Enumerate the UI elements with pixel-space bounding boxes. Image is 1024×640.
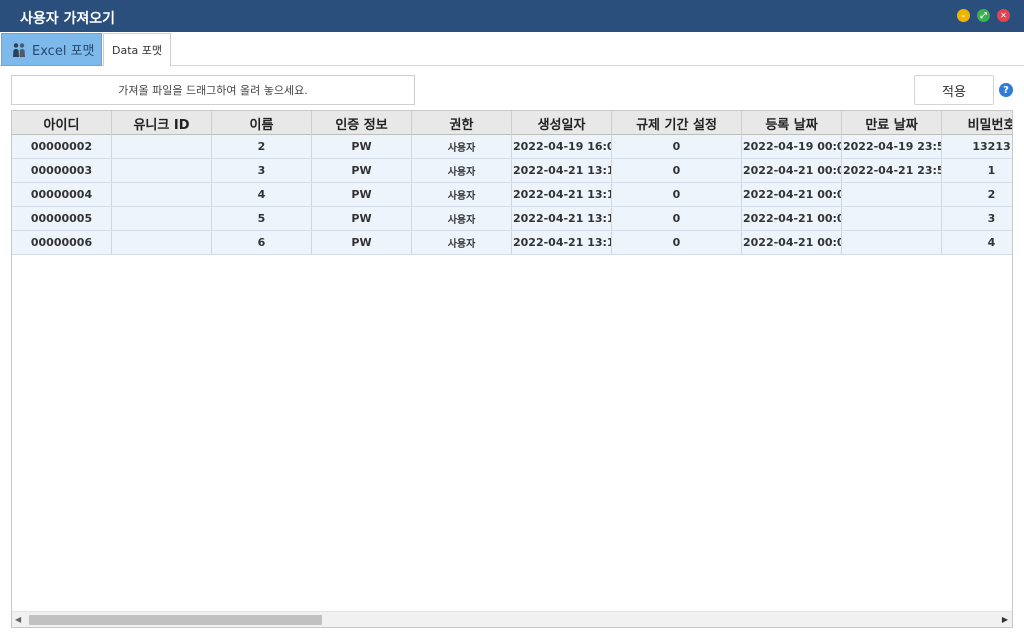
table-row[interactable]: 00000004 4PW사용자2022-04-21 13:18:302022-04… [12,183,1012,207]
column-header[interactable]: 등록 날짜 [742,111,842,135]
table-cell: 2022-04-21 00:00:0 [742,207,842,230]
table-cell [842,183,942,206]
horizontal-scrollbar[interactable]: ◀ ▶ [12,611,1012,627]
scroll-right-arrow[interactable]: ▶ [1002,615,1008,624]
column-header[interactable]: 규제 기간 설정 [612,111,742,135]
table-row[interactable]: 00000006 6PW사용자2022-04-21 13:18:302022-04… [12,231,1012,255]
table-cell: 사용자 [412,231,512,254]
table-cell: 2 [942,183,1012,206]
table-cell: 00000003 [12,159,112,182]
table-cell: 2022-04-21 23:59:5 [842,159,942,182]
import-users-window: 사용자 가져오기 – ⤢ ✕ Excel 포맷 Data 포맷 가져올 파일을 … [0,0,1024,640]
apply-button[interactable]: 적용 [914,75,994,105]
table-cell: 2022-04-21 00:00:0 [742,231,842,254]
table-cell: 00000006 [12,231,112,254]
table-cell: 13213 [942,135,1012,158]
table-cell: 0 [612,183,742,206]
minimize-button[interactable]: – [957,9,970,22]
tab-excel-label: Excel 포맷 [32,44,95,59]
column-header[interactable]: 권한 [412,111,512,135]
table-cell: 2022-04-19 16:01:1 [512,135,612,158]
table-cell: 3 [212,159,312,182]
table-cell: 0 [612,207,742,230]
column-header[interactable]: 이름 [212,111,312,135]
window-title: 사용자 가져오기 [20,11,116,27]
scroll-left-arrow[interactable]: ◀ [15,615,21,624]
table-cell: 0 [612,159,742,182]
table-cell: 2022-04-19 23:59:5 [842,135,942,158]
format-tabs: Excel 포맷 Data 포맷 [0,32,1024,66]
table-cell: 2022-04-21 00:00:0 [742,159,842,182]
table-cell: 00000002 [12,135,112,158]
table-cell: 사용자 [412,183,512,206]
table-cell: 0 [612,135,742,158]
table-cell: PW [312,135,412,158]
column-header[interactable]: 비밀번호 [942,111,1012,135]
table-cell [112,231,212,254]
close-button[interactable]: ✕ [997,9,1010,22]
table-cell: 사용자 [412,159,512,182]
scroll-thumb[interactable] [29,615,322,625]
tab-excel-format[interactable]: Excel 포맷 [1,33,102,66]
tab-data-format[interactable]: Data 포맷 [103,33,171,66]
table-cell: 1 [942,159,1012,182]
table-cell [112,207,212,230]
column-header[interactable]: 만료 날짜 [842,111,942,135]
table-cell: PW [312,207,412,230]
table-cell: 3 [942,207,1012,230]
people-icon [11,42,27,58]
table-cell [112,183,212,206]
maximize-button[interactable]: ⤢ [977,9,990,22]
table-cell: 2022-04-21 13:18:3 [512,207,612,230]
column-header[interactable]: 인증 정보 [312,111,412,135]
table-row[interactable]: 000000033PW사용자2022-04-21 13:18:302022-04… [12,159,1012,183]
table-cell: 0 [612,231,742,254]
table-cell: PW [312,183,412,206]
table-cell: 4 [212,183,312,206]
table-row[interactable]: 000000022PW사용자2022-04-19 16:01:102022-04… [12,135,1012,159]
table-cell: 2022-04-21 13:18:3 [512,231,612,254]
drop-zone-text: 가져올 파일을 드래그하여 올려 놓으세요. [118,84,308,97]
table-cell [842,207,942,230]
table-cell [112,135,212,158]
table-cell [842,231,942,254]
table-cell: 사용자 [412,135,512,158]
file-drop-zone[interactable]: 가져올 파일을 드래그하여 올려 놓으세요. [11,75,415,105]
table-cell: 6 [212,231,312,254]
title-bar: 사용자 가져오기 – ⤢ ✕ [0,0,1024,32]
table-cell [112,159,212,182]
table-cell: 2022-04-21 00:00:0 [742,183,842,206]
table-cell: 2022-04-21 13:18:3 [512,183,612,206]
table-cell: 4 [942,231,1012,254]
table-cell: PW [312,159,412,182]
table-row[interactable]: 00000005 5PW사용자2022-04-21 13:18:302022-04… [12,207,1012,231]
table-header: 아이디 유니크 ID 이름 인증 정보 권한 생성일자 규제 기간 설정 등록 날짜 만료 날짜… [12,111,1012,135]
table-cell: 00000004 [12,183,112,206]
table-cell: 2022-04-19 00:00:0 [742,135,842,158]
table-cell: 2022-04-21 13:18:3 [512,159,612,182]
help-icon[interactable]: ? [999,83,1013,97]
tab-data-label: Data 포맷 [111,44,162,57]
table-cell: PW [312,231,412,254]
users-table: 아이디 유니크 ID 이름 인증 정보 권한 생성일자 규제 기간 설정 등록 날짜 만료 날짜… [11,110,1013,628]
column-header[interactable]: 생성일자 [512,111,612,135]
table-cell: 2 [212,135,312,158]
table-cell: 사용자 [412,207,512,230]
column-header[interactable]: 유니크 ID [112,111,212,135]
table-cell: 00000005 [12,207,112,230]
column-header[interactable]: 아이디 [12,111,112,135]
table-cell: 5 [212,207,312,230]
